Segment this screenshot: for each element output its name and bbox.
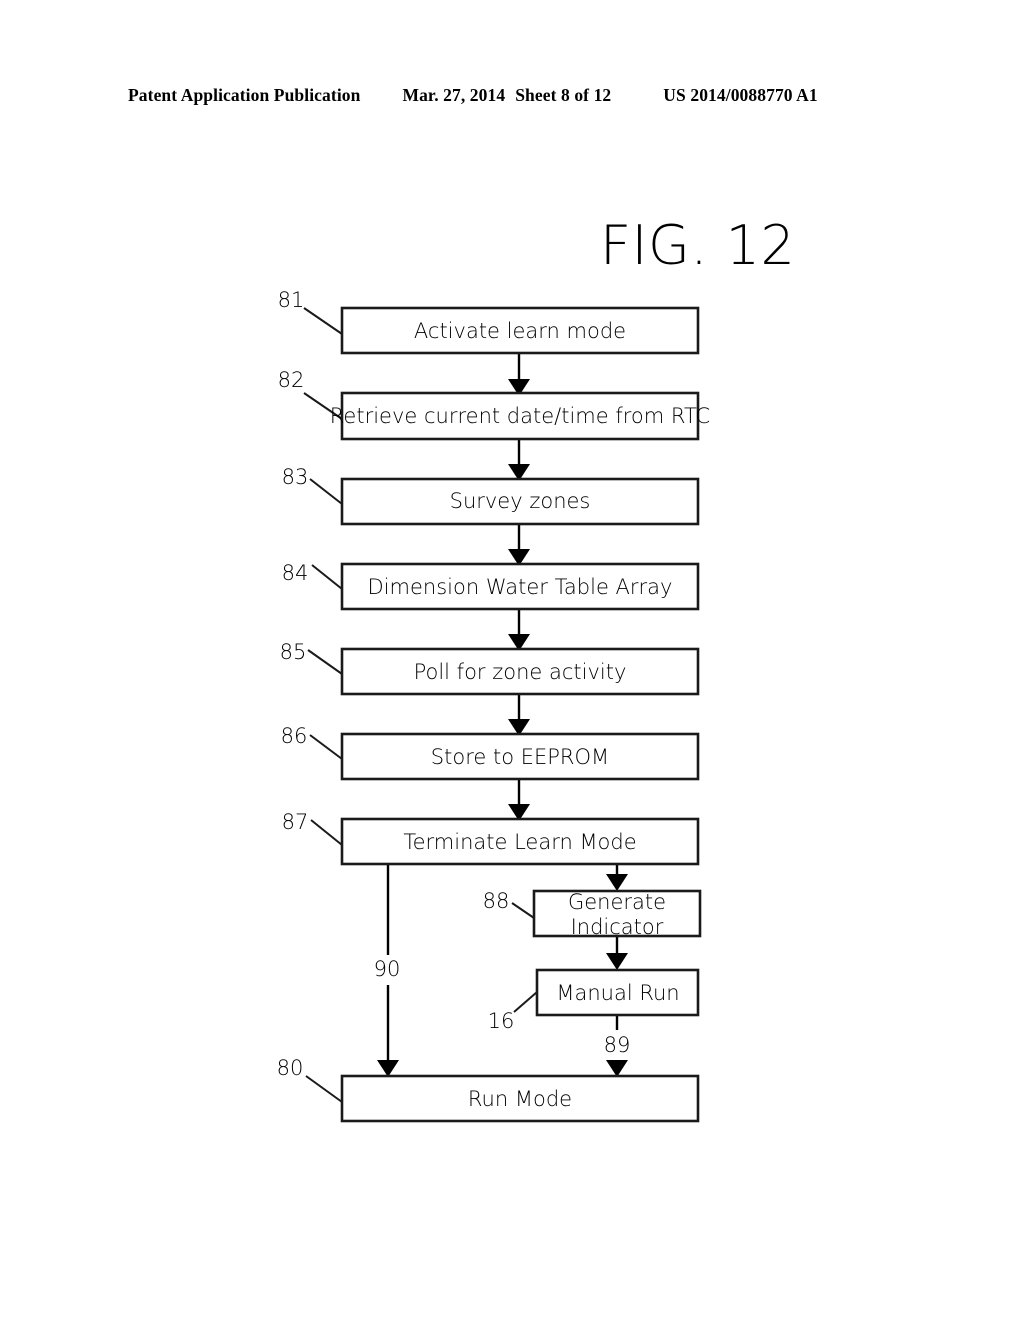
reference-number-88: 88 <box>483 889 510 913</box>
reference-number-16: 16 <box>488 1009 515 1033</box>
edge-label-89: 89 <box>604 1033 631 1057</box>
reference-number-86: 86 <box>281 724 308 748</box>
reference-number-80: 80 <box>277 1056 304 1080</box>
flowchart: 90 89 Activate learn mode 81 Retrieve cu… <box>0 0 1024 1320</box>
arrowhead-87-88 <box>606 874 628 891</box>
patent-page: Patent Application Publication Mar. 27, … <box>0 0 1024 1320</box>
leader-84 <box>311 564 343 590</box>
node-label-88-line1: Generate <box>568 890 666 914</box>
node-label-88-line2: Indicator <box>571 915 664 939</box>
flow-node-88[interactable]: Generate Indicator <box>532 889 702 939</box>
leader-86 <box>309 734 343 760</box>
reference-number-82: 82 <box>278 368 305 392</box>
arrowhead-88-manual-run <box>606 953 628 970</box>
node-label-run-mode: Run Mode <box>468 1087 572 1111</box>
node-label-81: Activate learn mode <box>414 319 626 343</box>
flow-node-81[interactable]: Activate learn mode <box>340 306 700 355</box>
arrowhead-90 <box>377 1060 399 1077</box>
leader-83 <box>309 478 343 505</box>
reference-number-83: 83 <box>282 465 309 489</box>
flow-node-87[interactable]: Terminate Learn Mode <box>340 817 700 866</box>
node-label-83: Survey zones <box>450 489 591 513</box>
arrowhead-89 <box>606 1060 628 1077</box>
node-label-84: Dimension Water Table Array <box>368 575 673 599</box>
flow-node-82[interactable]: Retrieve current date/time from RTC <box>330 391 710 441</box>
edge-label-90: 90 <box>374 957 401 981</box>
reference-number-81: 81 <box>278 288 305 312</box>
flow-node-manual-run[interactable]: Manual Run <box>535 968 700 1017</box>
leader-81 <box>303 307 343 335</box>
flow-node-86[interactable]: Store to EEPROM <box>340 732 700 781</box>
leader-80 <box>305 1075 343 1103</box>
leader-87 <box>310 819 343 846</box>
node-label-87: Terminate Learn Mode <box>403 830 636 854</box>
reference-number-85: 85 <box>280 640 307 664</box>
node-label-manual-run: Manual Run <box>556 981 679 1005</box>
leader-88 <box>511 902 535 919</box>
flow-node-84[interactable]: Dimension Water Table Array <box>340 562 700 611</box>
node-label-85: Poll for zone activity <box>414 660 627 684</box>
node-label-82: Retrieve current date/time from RTC <box>330 404 710 428</box>
reference-number-87: 87 <box>282 810 309 834</box>
flow-node-run-mode[interactable]: Run Mode <box>340 1074 700 1123</box>
leader-85 <box>307 649 343 675</box>
flow-node-83[interactable]: Survey zones <box>340 477 700 526</box>
leader-16 <box>513 991 538 1013</box>
flow-connectors <box>377 353 628 1077</box>
flow-node-85[interactable]: Poll for zone activity <box>340 647 700 696</box>
node-label-86: Store to EEPROM <box>431 745 609 769</box>
reference-number-84: 84 <box>282 561 309 585</box>
